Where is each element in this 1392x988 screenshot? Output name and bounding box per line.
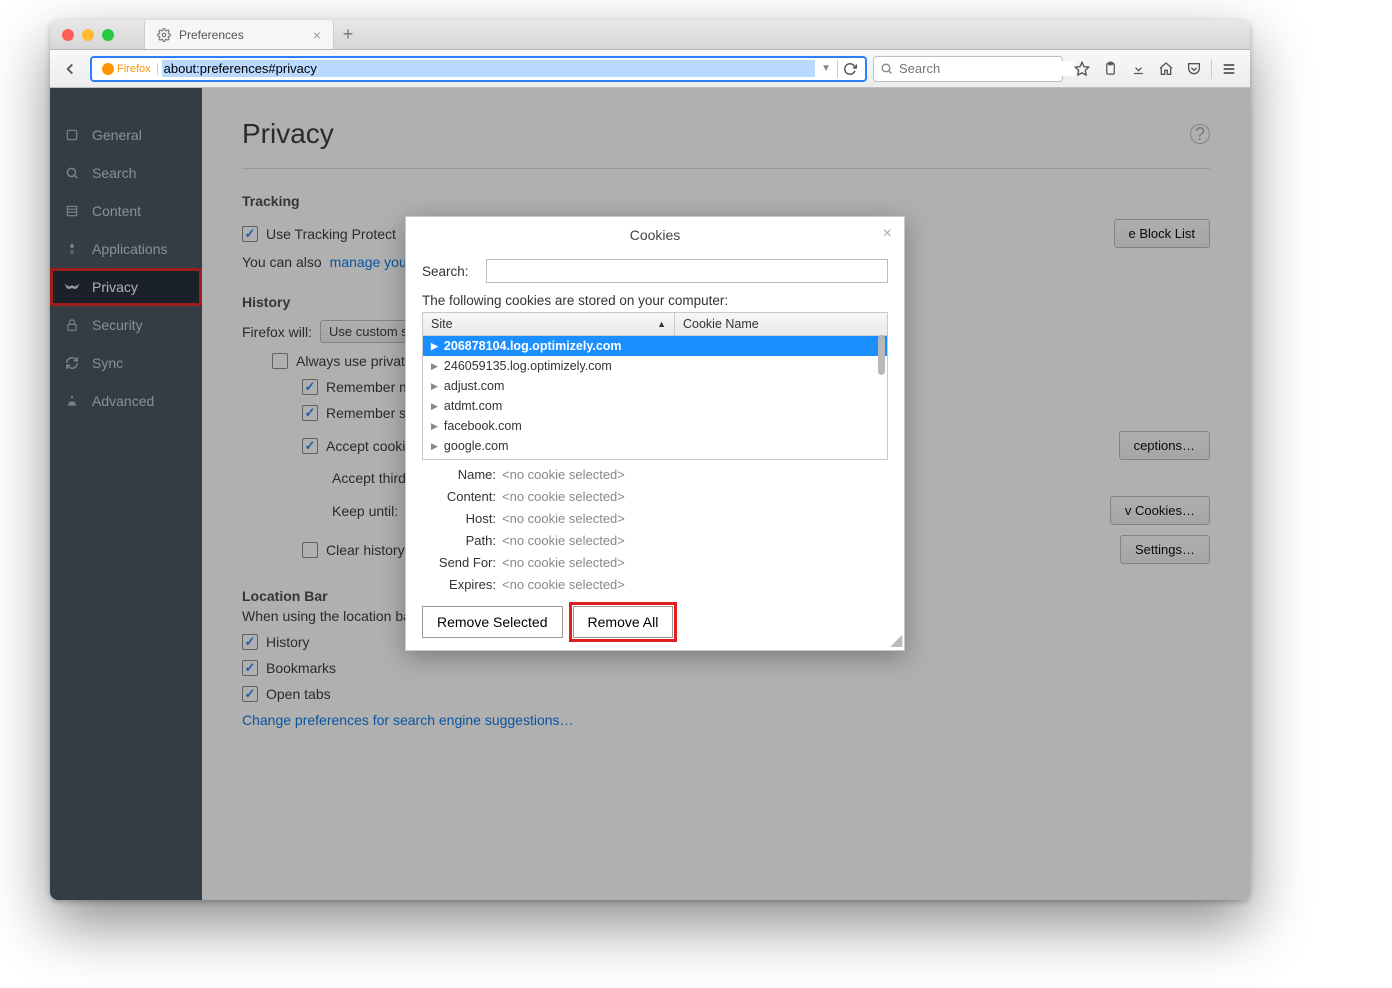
search-bar[interactable] <box>873 56 1063 82</box>
cookie-row[interactable]: ▶atdmt.com <box>423 396 887 416</box>
search-icon <box>880 62 893 75</box>
cookie-table: Site▲ Cookie Name ▶206878104.log.optimiz… <box>422 312 888 460</box>
url-bar[interactable]: Firefox about:preferences#privacy ▼ <box>90 56 867 82</box>
sort-asc-icon: ▲ <box>657 319 666 329</box>
gear-icon <box>157 28 171 42</box>
disclosure-triangle-icon: ▶ <box>431 341 438 352</box>
home-icon[interactable] <box>1153 56 1179 82</box>
cookie-row[interactable]: ▶facebook.com <box>423 416 887 436</box>
cookie-row[interactable]: ▶206878104.log.optimizely.com <box>423 336 887 356</box>
toolbar-divider <box>1211 59 1212 79</box>
url-dropdown-icon[interactable]: ▼ <box>815 63 837 74</box>
remove-selected-button[interactable]: Remove Selected <box>422 606 563 638</box>
back-button[interactable] <box>56 56 84 82</box>
cookie-row[interactable]: ▶adjust.com <box>423 376 887 396</box>
navigation-toolbar: Firefox about:preferences#privacy ▼ <box>50 50 1250 88</box>
disclosure-triangle-icon: ▶ <box>431 381 438 392</box>
url-text[interactable]: about:preferences#privacy <box>162 60 815 77</box>
cookie-expires-value: <no cookie selected> <box>502 577 625 592</box>
cookie-host-value: <no cookie selected> <box>502 511 625 526</box>
cookie-row[interactable]: ▶246059135.log.optimizely.com <box>423 356 887 376</box>
bookmark-star-icon[interactable] <box>1069 56 1095 82</box>
window-titlebar: Preferences × + <box>50 20 1250 50</box>
disclosure-triangle-icon: ▶ <box>431 421 438 432</box>
clipboard-icon[interactable] <box>1097 56 1123 82</box>
cookie-sendfor-value: <no cookie selected> <box>502 555 625 570</box>
close-window-button[interactable] <box>62 29 74 41</box>
dialog-close-button[interactable]: × <box>883 225 892 243</box>
tab-close-button[interactable]: × <box>313 27 321 43</box>
disclosure-triangle-icon: ▶ <box>431 401 438 412</box>
cookie-stored-desc: The following cookies are stored on your… <box>422 293 888 308</box>
cookie-path-value: <no cookie selected> <box>502 533 625 548</box>
cookie-table-body[interactable]: ▶206878104.log.optimizely.com ▶246059135… <box>423 336 887 460</box>
new-tab-button[interactable]: + <box>334 20 362 49</box>
traffic-lights <box>50 29 114 41</box>
col-site[interactable]: Site▲ <box>423 313 675 335</box>
identity-badge[interactable]: Firefox <box>96 63 158 75</box>
zoom-window-button[interactable] <box>102 29 114 41</box>
disclosure-triangle-icon: ▶ <box>431 441 438 452</box>
browser-window: Preferences × + Firefox about:preference… <box>50 20 1250 900</box>
minimize-window-button[interactable] <box>82 29 94 41</box>
cookie-name-value: <no cookie selected> <box>502 467 625 482</box>
cookie-table-header: Site▲ Cookie Name <box>423 313 887 336</box>
resize-grip-icon[interactable]: ◢ <box>890 636 902 648</box>
remove-all-button[interactable]: Remove All <box>573 606 674 638</box>
disclosure-triangle-icon: ▶ <box>431 361 438 372</box>
scrollbar-thumb[interactable] <box>878 335 885 375</box>
pocket-icon[interactable] <box>1181 56 1207 82</box>
firefox-icon <box>102 63 114 75</box>
cookie-row[interactable]: ▶google.com <box>423 436 887 456</box>
dialog-title: Cookies × <box>406 217 904 253</box>
content-area: General Search Content Applications Priv… <box>50 88 1250 900</box>
cookies-dialog: Cookies × Search: The following cookies … <box>405 216 905 651</box>
tab-strip: Preferences × + <box>144 20 362 49</box>
cookie-search-input[interactable] <box>486 259 888 283</box>
cookie-search-label: Search: <box>422 264 478 279</box>
menu-icon[interactable] <box>1216 56 1242 82</box>
tab-preferences[interactable]: Preferences × <box>144 20 334 49</box>
tab-label: Preferences <box>179 28 244 42</box>
search-input[interactable] <box>899 61 1075 76</box>
col-cookie-name[interactable]: Cookie Name <box>675 313 887 335</box>
cookie-content-value: <no cookie selected> <box>502 489 625 504</box>
toolbar-actions <box>1069 56 1244 82</box>
reload-button[interactable] <box>837 60 861 78</box>
downloads-icon[interactable] <box>1125 56 1151 82</box>
